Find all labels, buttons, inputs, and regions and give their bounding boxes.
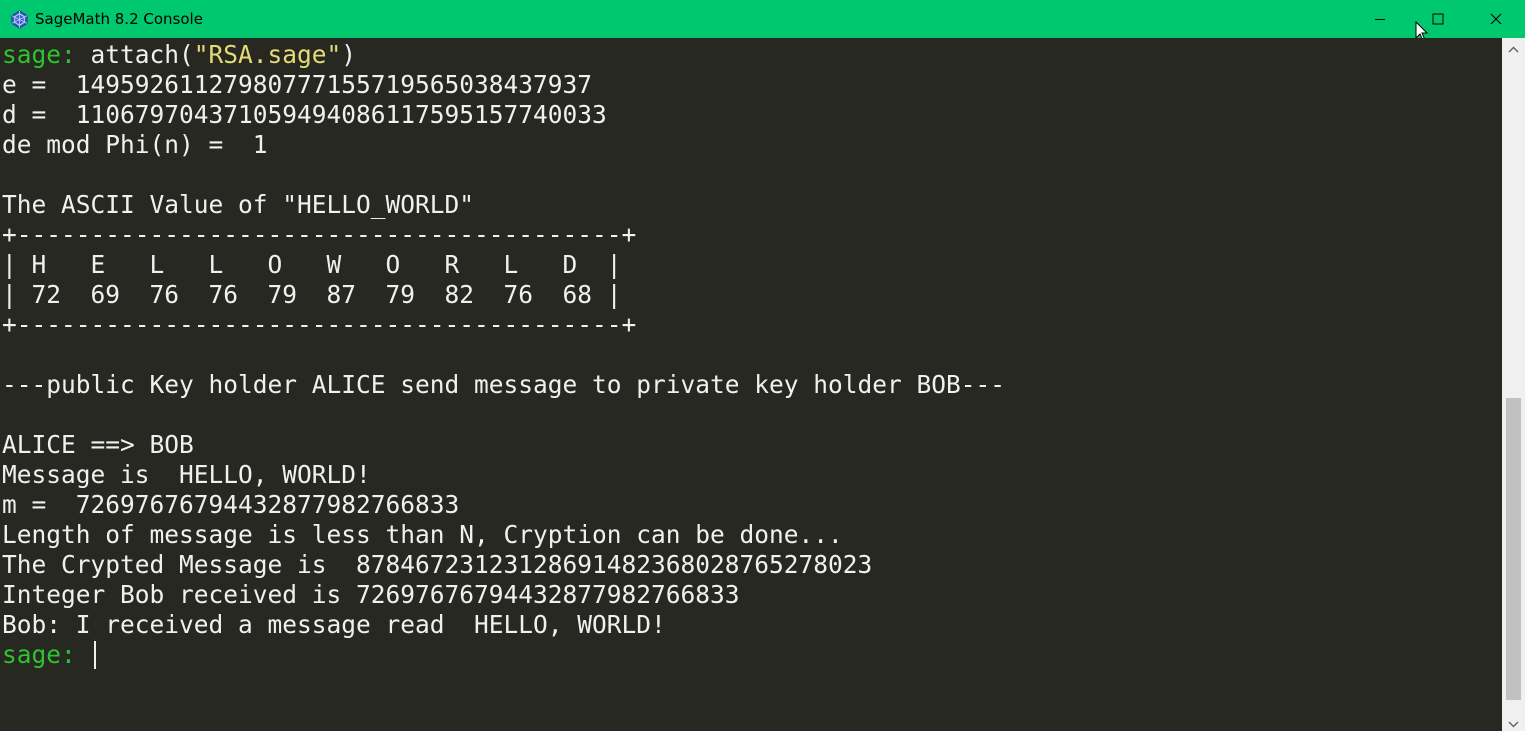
scroll-down-button[interactable] [1502, 713, 1525, 731]
command-arg: "RSA.sage" [193, 40, 342, 69]
command-fn-open: attach( [90, 40, 194, 69]
length-line: Length of message is less than N, Crypti… [2, 520, 843, 549]
final-prompt-line[interactable]: sage: [2, 640, 96, 670]
minimize-icon [1374, 10, 1386, 29]
scroll-down-arrow-icon [1508, 713, 1519, 731]
vertical-scrollbar[interactable] [1502, 38, 1525, 731]
table-bottom-border: +---------------------------------------… [2, 310, 637, 339]
m-value-line: m = 72697676794432877982766833 [2, 490, 460, 519]
sage-prompt: sage: [2, 40, 91, 69]
crypted-line: The Crypted Message is 87846723123128691… [2, 550, 873, 579]
title-bar[interactable]: SageMath 8.2 Console [0, 0, 1525, 38]
bob-line: Bob: I received a message read HELLO, WO… [2, 610, 666, 639]
terminal-output[interactable]: sage: attach("RSA.sage") e = 14959261127… [0, 38, 1502, 731]
banner-line: ---public Key holder ALICE send message … [2, 370, 1006, 399]
sagemath-icon [10, 9, 30, 29]
close-icon [1490, 10, 1502, 29]
maximize-icon [1432, 10, 1444, 29]
window-title: SageMath 8.2 Console [35, 10, 203, 28]
direction-line: ALICE ==> BOB [2, 430, 194, 459]
text-cursor [93, 641, 96, 669]
scroll-thumb[interactable] [1506, 398, 1521, 700]
scroll-track[interactable] [1506, 58, 1521, 710]
message-line: Message is HELLO, WORLD! [2, 460, 371, 489]
table-row-values: | 72 69 76 76 79 87 79 82 76 68 | [2, 280, 622, 309]
received-line: Integer Bob received is 7269767679443287… [2, 580, 740, 609]
window-controls [1351, 0, 1525, 38]
minimize-button[interactable] [1351, 0, 1409, 38]
command-line: sage: attach("RSA.sage") [2, 40, 356, 70]
table-row-letters: | H E L L O W O R L D | [2, 250, 622, 279]
scroll-up-arrow-icon [1508, 38, 1519, 57]
table-top-border: +---------------------------------------… [2, 220, 637, 249]
command-fn-close: ) [341, 40, 357, 69]
ascii-heading: The ASCII Value of "HELLO_WORLD" [2, 190, 475, 219]
close-button[interactable] [1467, 0, 1525, 38]
d-value-line: d = 110679704371059494086117595157740033 [2, 100, 607, 129]
sage-prompt-final: sage: [2, 640, 91, 669]
sagemath-console-window: SageMath 8.2 Console sage: attach("RSA.s… [0, 0, 1525, 731]
scroll-up-button[interactable] [1502, 38, 1525, 56]
de-mod-line: de mod Phi(n) = 1 [2, 130, 268, 159]
e-value-line: e = 14959261127980777155719565038437937 [2, 70, 593, 99]
